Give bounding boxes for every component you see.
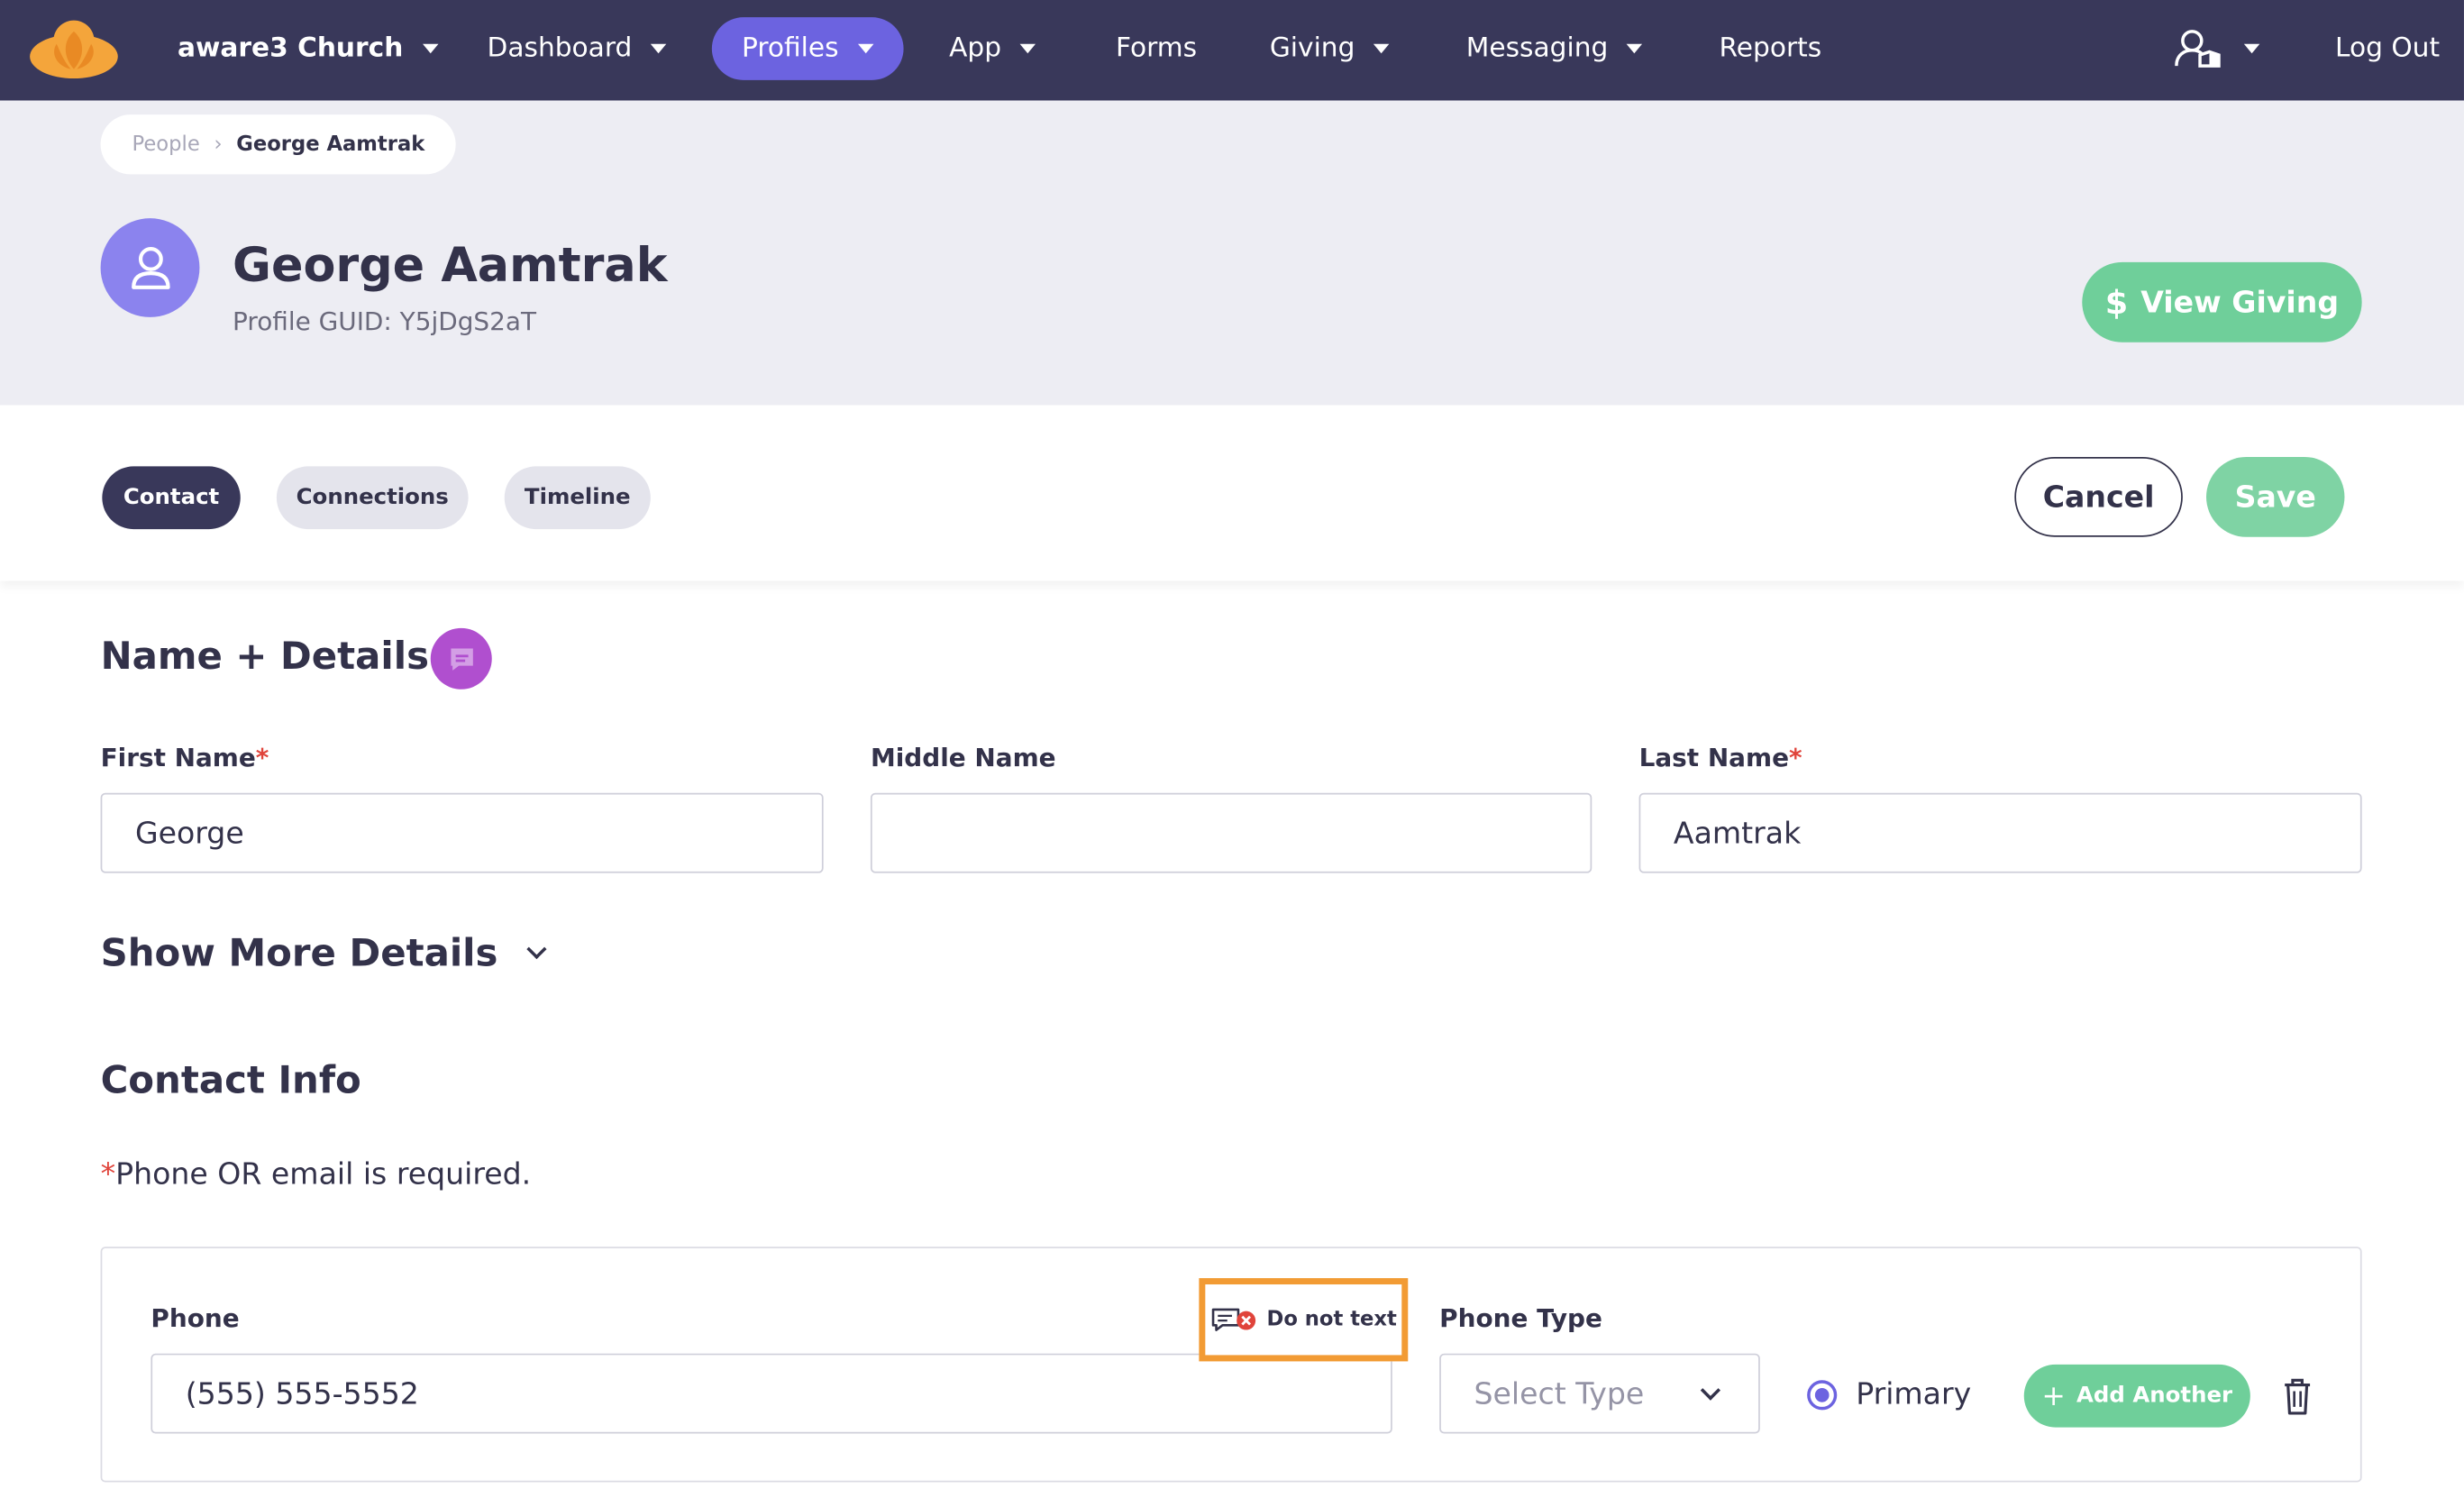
name-details-heading: Name + Details <box>100 634 430 679</box>
caret-down-icon <box>1019 43 1036 54</box>
add-another-label: Add Another <box>2076 1383 2233 1409</box>
org-switcher[interactable]: aware3 Church <box>178 17 438 80</box>
phone-type-placeholder: Select Type <box>1474 1375 1645 1411</box>
caret-down-icon <box>2243 43 2260 54</box>
tab-timeline[interactable]: Timeline <box>504 466 651 530</box>
profile-tab-bar: Contact Connections Timeline Cancel Save <box>0 405 2464 581</box>
profile-header: People › George Aamtrak George Aamtrak P… <box>0 100 2464 406</box>
caret-down-icon <box>1627 43 1643 54</box>
middle-name-input[interactable] <box>870 792 1592 873</box>
required-asterisk: * <box>1789 743 1802 773</box>
middle-name-label: Middle Name <box>870 743 1056 773</box>
nav-profiles[interactable]: Profiles <box>711 17 904 80</box>
caret-down-icon <box>651 43 667 54</box>
no-text-message-icon <box>1211 1307 1256 1330</box>
nav-reports-label: Reports <box>1719 32 1822 65</box>
caret-down-icon <box>422 43 438 54</box>
view-giving-button[interactable]: $ View Giving <box>2082 261 2362 343</box>
dollar-icon: $ <box>2104 283 2129 322</box>
nav-messaging[interactable]: Messaging <box>1466 17 1643 80</box>
nav-profiles-label: Profiles <box>741 32 839 65</box>
nav-app[interactable]: App <box>949 17 1036 80</box>
nav-forms-label: Forms <box>1115 32 1198 65</box>
breadcrumb-people-link[interactable]: People <box>132 132 199 156</box>
notes-icon[interactable] <box>430 627 492 690</box>
plus-icon: + <box>2041 1379 2066 1413</box>
tab-connections[interactable]: Connections <box>276 466 469 530</box>
phone-label: Phone <box>151 1302 240 1334</box>
primary-label[interactable]: Primary <box>1856 1377 1971 1411</box>
first-name-label: First Name* <box>101 743 269 772</box>
user-menu[interactable] <box>2175 17 2260 80</box>
chat-note-icon <box>450 647 472 671</box>
user-shield-icon <box>2175 30 2221 68</box>
last-name-input[interactable] <box>1638 792 2362 873</box>
view-giving-label: View Giving <box>2140 285 2340 320</box>
aware3-logo-icon[interactable] <box>28 19 119 79</box>
chevron-right-icon: › <box>214 132 223 157</box>
user-icon <box>131 246 169 289</box>
save-button[interactable]: Save <box>2206 456 2345 537</box>
nav-forms[interactable]: Forms <box>1116 17 1197 80</box>
nav-dashboard-label: Dashboard <box>487 32 633 65</box>
breadcrumb-current: George Aamtrak <box>236 132 425 157</box>
required-asterisk: * <box>255 743 269 773</box>
show-more-label: Show More Details <box>100 931 498 975</box>
profile-guid: Profile GUID: Y5jDgS2aT <box>233 306 537 336</box>
contact-required-note: *Phone OR email is required. <box>101 1157 532 1192</box>
required-asterisk: * <box>100 1156 116 1192</box>
chevron-down-icon <box>526 938 547 959</box>
phone-input[interactable] <box>151 1353 1392 1434</box>
do-not-text-toggle[interactable]: Do not text <box>1199 1278 1409 1362</box>
caret-down-icon <box>857 43 873 54</box>
nav-giving[interactable]: Giving <box>1270 17 1390 80</box>
chevron-down-icon <box>1700 1380 1721 1401</box>
nav-messaging-label: Messaging <box>1465 32 1609 65</box>
profile-name: George Aamtrak <box>233 238 668 294</box>
first-name-input[interactable] <box>100 792 824 873</box>
show-more-details-toggle[interactable]: Show More Details <box>100 931 547 975</box>
nav-app-label: App <box>949 32 1002 65</box>
last-name-label-text: Last Name <box>1638 743 1790 773</box>
primary-radio[interactable] <box>1807 1380 1838 1411</box>
phone-type-label: Phone Type <box>1439 1302 1602 1334</box>
logout-link[interactable]: Log Out <box>2335 17 2440 80</box>
cancel-button[interactable]: Cancel <box>2014 456 2183 537</box>
avatar <box>100 218 200 317</box>
org-name: aware3 Church <box>178 32 404 65</box>
breadcrumb: People › George Aamtrak <box>100 114 457 175</box>
trash-icon[interactable] <box>2280 1375 2314 1416</box>
required-note-text: Phone OR email is required. <box>115 1156 532 1192</box>
nav-reports[interactable]: Reports <box>1719 17 1821 80</box>
add-another-phone-button[interactable]: + Add Another <box>2023 1364 2250 1428</box>
do-not-text-label: Do not text <box>1266 1308 1397 1332</box>
caret-down-icon <box>1373 43 1390 54</box>
last-name-label: Last Name* <box>1639 743 1802 772</box>
first-name-label-text: First Name <box>100 743 256 773</box>
tab-contact[interactable]: Contact <box>102 466 241 530</box>
nav-giving-label: Giving <box>1269 32 1355 65</box>
nav-dashboard[interactable]: Dashboard <box>488 17 667 80</box>
contact-info-heading: Contact Info <box>100 1058 361 1102</box>
phone-type-select[interactable]: Select Type <box>1439 1353 1760 1434</box>
top-navigation-bar: aware3 Church Dashboard Profiles App For… <box>0 0 2464 101</box>
